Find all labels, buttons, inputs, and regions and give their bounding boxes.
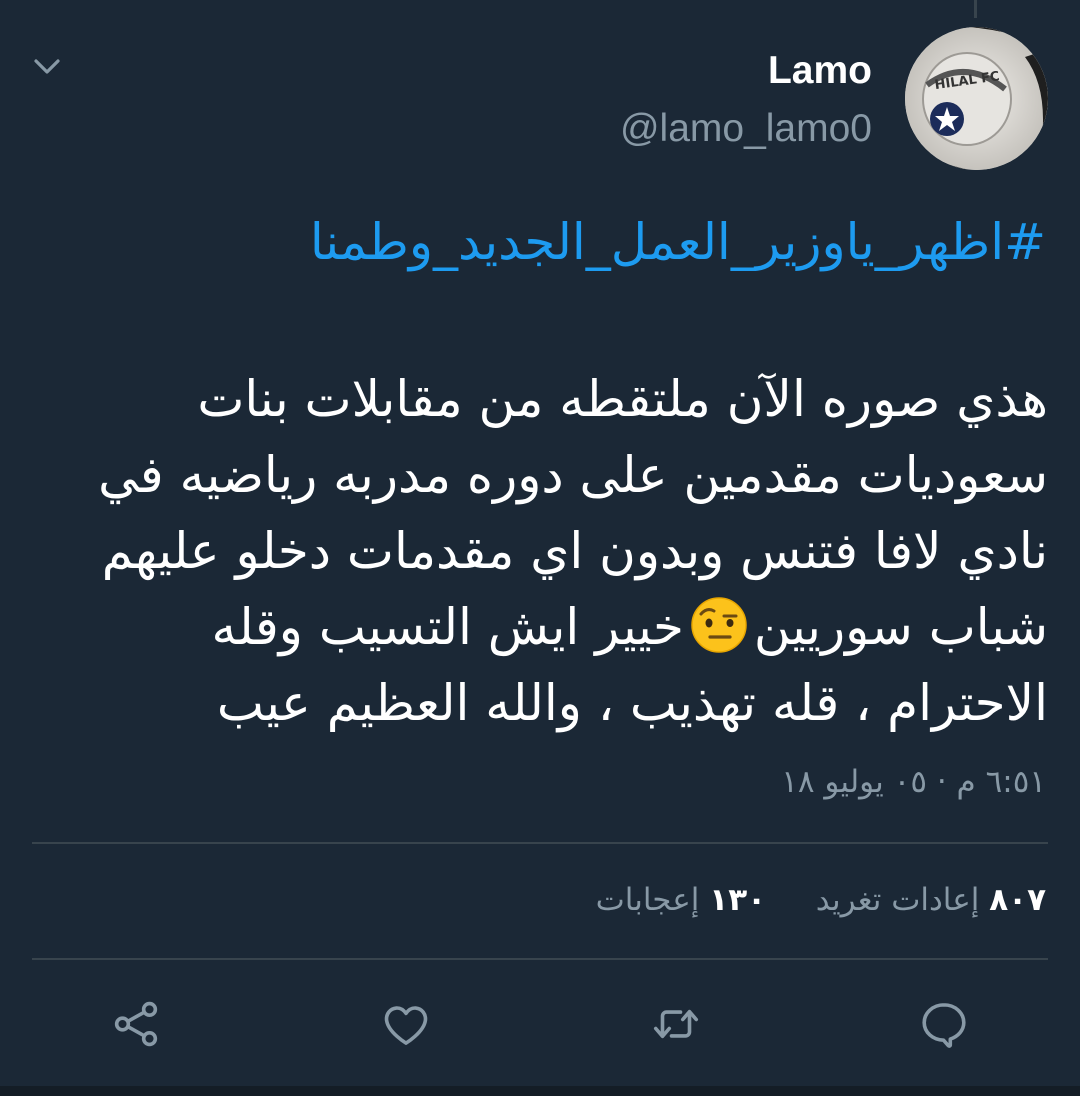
divider xyxy=(32,958,1048,960)
tweet-stats: ٨٠٧ إعادات تغريد ١٣٠ إعجابات xyxy=(596,876,1046,924)
tweet-text-line: سعوديات مقدمين على دوره مدربه رياضيه في xyxy=(98,446,1048,504)
bottom-divider xyxy=(0,1086,1080,1096)
retweet-count[interactable]: ٨٠٧ xyxy=(989,882,1046,918)
like-button[interactable] xyxy=(376,994,436,1054)
hashtag-link[interactable]: #اظهر_ياوزير_العمل_الجديد_وطمنا xyxy=(310,204,1046,280)
retweet-icon xyxy=(653,1009,699,1039)
chevron-down-icon[interactable] xyxy=(30,50,64,84)
like-icon xyxy=(384,1006,428,1045)
share-button[interactable] xyxy=(106,994,166,1054)
author-handle[interactable]: @lamo_lamo0 xyxy=(620,104,872,154)
tweet-text: هذي صوره الآن ملتقطه من مقابلات بنات سعو… xyxy=(48,361,1048,741)
tweet-text-line: الاحترام ، قله تهذيب ، والله العظيم عيب xyxy=(216,674,1048,732)
tweet-timestamp[interactable]: ٦:٥١ م · ٠٥ يوليو ١٨ xyxy=(781,760,1046,804)
reply-icon xyxy=(922,1003,966,1048)
face-with-raised-eyebrow-icon xyxy=(690,596,748,654)
tweet-text-line: هذي صوره الآن ملتقطه من مقابلات بنات xyxy=(197,370,1048,428)
tweet-text-line-with-emoji: شباب سوريين خيير ايش التسيب وقله xyxy=(48,589,1048,665)
reply-button[interactable] xyxy=(914,994,974,1054)
author-display-name[interactable]: Lamo xyxy=(768,46,872,96)
share-icon xyxy=(114,1001,158,1047)
retweet-label[interactable]: إعادات تغريد xyxy=(816,882,980,918)
like-label[interactable]: إعجابات xyxy=(596,882,700,918)
tweet-text-fragment: شباب سوريين xyxy=(753,598,1048,656)
divider xyxy=(32,842,1048,844)
tweet-text-fragment: خيير ايش التسيب وقله xyxy=(211,598,684,656)
like-count[interactable]: ١٣٠ xyxy=(709,882,766,918)
avatar[interactable]: HILAL FC xyxy=(905,27,1048,170)
thread-line xyxy=(974,0,977,18)
tweet-detail: HILAL FC Lamo @lamo_lamo0 #اظهر_ياوزير_ا… xyxy=(0,0,1080,1096)
retweet-button[interactable] xyxy=(646,994,706,1054)
tweet-text-line: نادي لافا فتنس وبدون اي مقدمات دخلو عليه… xyxy=(101,522,1048,580)
